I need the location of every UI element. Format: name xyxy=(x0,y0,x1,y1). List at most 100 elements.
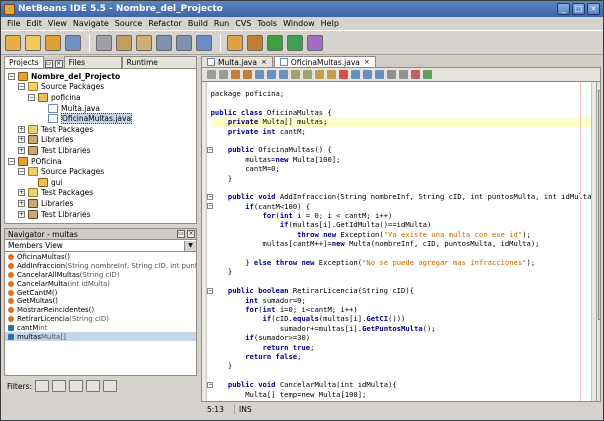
tree-node[interactable]: + Libraries xyxy=(5,198,196,209)
menu-build[interactable]: Build xyxy=(185,19,211,28)
navigator-minimize-icon[interactable]: ▭ xyxy=(177,230,185,238)
editor-tab[interactable]: Multa.java × xyxy=(201,56,273,67)
menu-tools[interactable]: Tools xyxy=(254,19,280,28)
navigator-member[interactable]: GetCantM() xyxy=(5,288,196,297)
tree-node[interactable]: + Test Packages xyxy=(5,188,196,199)
stop-macro-icon[interactable] xyxy=(351,70,360,79)
filter-nonpublic-icon[interactable] xyxy=(69,380,84,392)
tree-node[interactable]: + Test Libraries xyxy=(5,145,196,156)
next-bookmark-icon[interactable] xyxy=(303,70,312,79)
navigator-member[interactable]: OficinaMultas() xyxy=(5,253,196,262)
code-text[interactable]: package poficina; public class OficinaMul… xyxy=(210,82,592,401)
menu-help[interactable]: Help xyxy=(318,19,342,28)
navigator-member[interactable]: GetMultas() xyxy=(5,297,196,306)
profile-icon[interactable] xyxy=(307,34,323,51)
navigator-member[interactable]: MostrarReincidentes() xyxy=(5,306,196,315)
expand-icon[interactable]: + xyxy=(18,146,25,154)
collapse-icon[interactable]: − xyxy=(8,157,15,165)
record-macro-icon[interactable] xyxy=(339,70,348,79)
menu-navigate[interactable]: Navigate xyxy=(70,19,112,28)
menu-cvs[interactable]: CVS xyxy=(232,19,254,28)
menu-run[interactable]: Run xyxy=(211,19,232,28)
tree-node[interactable]: Multa.java xyxy=(5,103,196,114)
navigator-close-icon[interactable]: × xyxy=(187,230,195,238)
menu-view[interactable]: View xyxy=(45,19,70,28)
navigator-member[interactable]: CancelarMulta (int idMulta) xyxy=(5,279,196,288)
close-icon[interactable]: × xyxy=(364,58,370,66)
error-icon[interactable] xyxy=(411,70,420,79)
scrollbar-thumb[interactable] xyxy=(597,90,600,320)
format-icon[interactable] xyxy=(387,70,396,79)
navigator-member[interactable]: RetirarLicencia (String cID) xyxy=(5,315,196,324)
filter-sort-icon[interactable] xyxy=(103,380,118,392)
debug-icon[interactable] xyxy=(287,34,303,51)
shift-right-icon[interactable] xyxy=(327,70,336,79)
tab-projects[interactable]: Projects xyxy=(4,56,44,68)
new-project-icon[interactable] xyxy=(5,34,21,51)
expand-icon[interactable]: + xyxy=(18,136,25,144)
find-selection-icon[interactable] xyxy=(255,70,264,79)
close-icon[interactable]: × xyxy=(261,58,267,66)
redo-icon[interactable] xyxy=(176,34,192,51)
tree-node[interactable]: − POficina xyxy=(5,156,196,167)
clean-build-icon[interactable] xyxy=(247,34,263,51)
undo-icon[interactable] xyxy=(156,34,172,51)
save-all-icon[interactable] xyxy=(65,34,81,51)
tab-files[interactable]: Files xyxy=(63,56,122,68)
navigator-member[interactable]: CancelarAllMultas (String cID) xyxy=(5,271,196,280)
expand-icon[interactable]: + xyxy=(18,125,25,133)
toggle-highlight-icon[interactable] xyxy=(267,70,276,79)
collapse-icon[interactable]: − xyxy=(18,168,25,176)
collapse-icon[interactable]: − xyxy=(8,72,15,80)
editor-tab[interactable]: OficinaMultas.java × xyxy=(273,56,376,67)
new-file-icon[interactable] xyxy=(25,34,41,51)
comment-icon[interactable] xyxy=(363,70,372,79)
tab-runtime[interactable]: Runtime xyxy=(121,56,197,68)
tree-node[interactable]: gui xyxy=(5,177,196,188)
find-next-icon[interactable] xyxy=(243,70,252,79)
forward-icon[interactable] xyxy=(219,70,228,79)
paste-icon[interactable] xyxy=(136,34,152,51)
prev-bookmark-icon[interactable] xyxy=(291,70,300,79)
navigator-member[interactable]: multas Multa[] xyxy=(5,332,196,341)
tree-node[interactable]: + Test Libraries xyxy=(5,209,196,220)
tree-node[interactable]: + Test Packages xyxy=(5,124,196,135)
navigator-view-select[interactable]: Members View ▼ xyxy=(4,240,197,252)
fix-imports-icon[interactable] xyxy=(399,70,408,79)
shift-left-icon[interactable] xyxy=(315,70,324,79)
tree-node[interactable]: + Libraries xyxy=(5,135,196,146)
menu-edit[interactable]: Edit xyxy=(23,19,45,28)
open-project-icon[interactable] xyxy=(45,34,61,51)
navigator-member[interactable]: AddInfraccion (String nombreInf, String c… xyxy=(5,262,196,271)
editor-vertical-scrollbar[interactable] xyxy=(595,82,600,401)
maximize-icon[interactable]: □ xyxy=(572,3,585,15)
cut-icon[interactable] xyxy=(96,34,112,51)
tree-node[interactable]: − poficina xyxy=(5,92,196,103)
run-icon[interactable] xyxy=(267,34,283,51)
menu-window[interactable]: Window xyxy=(280,19,318,28)
menu-refactor[interactable]: Refactor xyxy=(145,19,185,28)
collapse-icon[interactable]: − xyxy=(18,83,25,91)
expand-icon[interactable]: + xyxy=(18,199,25,207)
filter-inherited-icon[interactable] xyxy=(86,380,101,392)
find-prev-icon[interactable] xyxy=(231,70,240,79)
panel-minimize-icon[interactable]: ▭ xyxy=(44,60,53,68)
uncomment-icon[interactable] xyxy=(375,70,384,79)
minimize-icon[interactable]: _ xyxy=(557,3,570,15)
menu-source[interactable]: Source xyxy=(112,19,145,28)
toggle-bookmark-icon[interactable] xyxy=(279,70,288,79)
tree-node[interactable]: − Nombre_del_Projecto xyxy=(5,71,196,82)
tree-node[interactable]: OficinaMultas.java xyxy=(5,113,196,125)
menu-file[interactable]: File xyxy=(4,19,23,28)
title-bar[interactable]: NetBeans IDE 5.5 - Nombre_del_Projecto _… xyxy=(1,1,603,17)
close-icon[interactable]: × xyxy=(587,3,600,15)
collapse-icon[interactable]: − xyxy=(28,93,35,101)
chevron-down-icon[interactable]: ▼ xyxy=(184,240,196,251)
expand-icon[interactable]: + xyxy=(18,210,25,218)
run-file-icon[interactable] xyxy=(423,70,432,79)
tree-node[interactable]: − Source Packages xyxy=(5,166,196,177)
navigator-member[interactable]: cantM int xyxy=(5,323,196,332)
tree-node[interactable]: − Source Packages xyxy=(5,82,196,93)
filter-static-icon[interactable] xyxy=(52,380,67,392)
panel-close-icon[interactable]: × xyxy=(54,60,63,68)
